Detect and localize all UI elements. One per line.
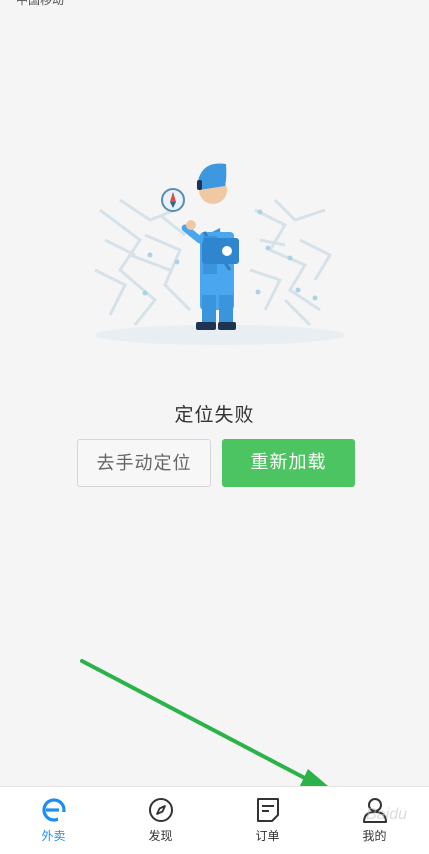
courier-figure: [181, 163, 239, 330]
tab-discover[interactable]: 发现: [107, 787, 214, 854]
app-screen: 中国移动 定位失败 去手动定位 重新加载 外卖 发现 订单 我的 Baidu: [0, 0, 429, 854]
compass-graphic: [161, 188, 185, 212]
tab-takeout-label: 外卖: [41, 829, 66, 843]
manual-location-button[interactable]: 去手动定位: [77, 439, 211, 487]
tab-discover-label: 发现: [148, 829, 173, 843]
location-failed-illustration: [94, 163, 345, 345]
tab-orders[interactable]: 订单: [214, 787, 321, 854]
eleme-logo-icon: [41, 798, 67, 822]
tab-orders-label: 订单: [255, 829, 280, 843]
annotation-arrow: [80, 659, 342, 798]
status-bar: 中国移动: [0, 0, 429, 8]
order-document-icon: [256, 798, 279, 822]
reload-button[interactable]: 重新加载: [222, 439, 355, 487]
bottom-tab-bar: 外卖 发现 订单 我的: [0, 786, 429, 854]
compass-icon: [148, 798, 173, 822]
tab-profile-label: 我的: [362, 829, 387, 843]
tab-takeout[interactable]: 外卖: [0, 787, 107, 854]
user-profile-icon: [362, 798, 387, 823]
location-failed-title: 定位失败: [174, 404, 255, 426]
carrier-label: 中国移动: [16, 0, 65, 7]
tab-profile[interactable]: 我的: [321, 787, 428, 854]
map-right-graphic: [249, 198, 333, 327]
